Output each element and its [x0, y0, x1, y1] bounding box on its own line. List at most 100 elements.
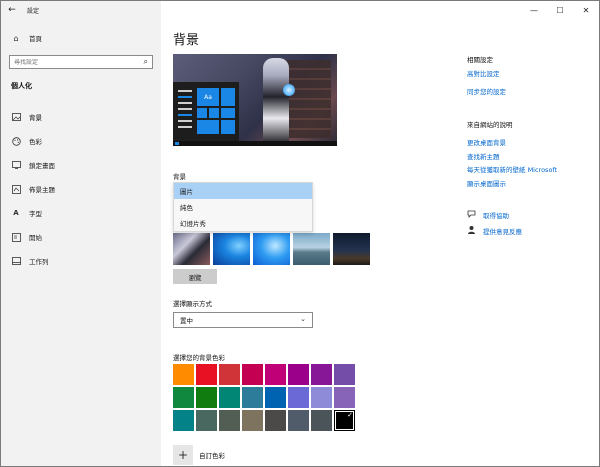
sidebar-item-colors[interactable]: 色彩 — [1, 129, 161, 153]
browse-button[interactable]: 瀏覽 — [173, 269, 217, 284]
color-swatch-grid: ✓ — [173, 364, 357, 431]
recent-picture-thumbnail[interactable] — [333, 233, 370, 265]
back-button[interactable]: ← — [1, 1, 23, 19]
sidebar-item-background[interactable]: 背景 — [1, 105, 161, 129]
color-swatch[interactable] — [173, 410, 194, 431]
background-option-slideshow[interactable]: 幻燈片秀 — [174, 215, 312, 231]
lock-screen-icon — [11, 160, 21, 170]
custom-color-control[interactable]: + 自訂色彩 — [173, 445, 225, 465]
recent-picture-thumbnail[interactable] — [213, 233, 250, 265]
sync-settings-link[interactable]: 同步您的設定 — [467, 86, 506, 96]
high-contrast-link[interactable]: 高對比設定 — [467, 68, 500, 78]
color-swatch[interactable] — [196, 387, 217, 408]
theme-icon — [11, 184, 21, 194]
preview-tile — [221, 120, 235, 134]
title-bar: ← 設定 — [1, 1, 161, 19]
preview-tile — [197, 120, 219, 134]
search-icon[interactable]: ⌕ — [144, 57, 148, 67]
preview-start-menu: Aa — [173, 82, 239, 146]
background-type-dropdown[interactable]: 圖片 純色 幻燈片秀 — [173, 182, 313, 232]
preview-tile — [221, 108, 235, 118]
image-icon — [11, 112, 21, 122]
color-swatch[interactable] — [219, 387, 240, 408]
background-color-label: 選擇您的背景色彩 — [173, 354, 225, 362]
preview-tile-aa: Aa — [197, 88, 219, 106]
color-swatch[interactable] — [196, 410, 217, 431]
recent-picture-thumbnail[interactable] — [173, 233, 210, 265]
color-swatch[interactable] — [242, 387, 263, 408]
sidebar-item-lock-screen[interactable]: 鎖定畫面 — [1, 153, 161, 177]
wallpaper-bookshelf — [285, 60, 331, 138]
help-link-change-background[interactable]: 更改桌面背景 — [467, 137, 506, 147]
app-title: 設定 — [27, 7, 40, 15]
search-input[interactable] — [14, 58, 132, 66]
color-swatch[interactable] — [311, 364, 332, 385]
sidebar-item-label: 色彩 — [29, 138, 42, 146]
custom-color-label: 自訂色彩 — [199, 452, 225, 460]
color-swatch[interactable] — [265, 364, 286, 385]
color-swatch[interactable] — [334, 387, 355, 408]
background-preview: Aa — [173, 54, 337, 146]
section-label: 個人化 — [11, 82, 32, 90]
sidebar-item-label: 背景 — [29, 114, 42, 122]
color-swatch[interactable] — [288, 387, 309, 408]
color-swatch[interactable] — [219, 410, 240, 431]
feedback-link[interactable]: 提供意見反應 — [467, 225, 522, 236]
preview-tile — [221, 88, 235, 106]
taskbar-icon — [11, 256, 21, 266]
color-swatch[interactable] — [265, 387, 286, 408]
page-title: 背景 — [173, 33, 200, 48]
background-option-picture[interactable]: 圖片 — [174, 183, 312, 199]
recent-picture-thumbnail[interactable] — [293, 233, 330, 265]
color-swatch[interactable] — [334, 364, 355, 385]
sidebar-item-fonts[interactable]: A 字型 — [1, 201, 161, 225]
color-swatch[interactable] — [311, 410, 332, 431]
preview-tile — [197, 108, 207, 118]
sidebar-nav: 背景 色彩 鎖定畫面 佈景主題 A 字型 開始 工作列 — [1, 105, 161, 273]
color-swatch[interactable] — [288, 364, 309, 385]
color-swatch[interactable] — [311, 387, 332, 408]
sidebar-item-start[interactable]: 開始 — [1, 225, 161, 249]
color-swatch[interactable] — [242, 364, 263, 385]
checkmark-icon: ✓ — [347, 411, 353, 419]
fit-label: 選擇顯示方式 — [173, 300, 212, 308]
color-swatch[interactable] — [265, 410, 286, 431]
font-icon: A — [13, 209, 19, 217]
color-swatch[interactable] — [196, 364, 217, 385]
help-link-desktop-icons[interactable]: 顯示桌面圖示 — [467, 178, 506, 188]
plus-icon[interactable]: + — [173, 445, 193, 465]
sidebar-item-themes[interactable]: 佈景主題 — [1, 177, 161, 201]
web-help-heading: 來自網站的說明 — [467, 121, 513, 129]
get-help-label: 取得協助 — [483, 212, 509, 220]
feedback-person-icon — [467, 225, 477, 236]
background-type-label: 背景 — [173, 173, 186, 181]
wallpaper-figure — [263, 58, 289, 144]
help-link-find-themes[interactable]: 查找新主題 — [467, 151, 500, 161]
home-nav-item[interactable]: ⌂ 首頁 — [1, 29, 161, 47]
chevron-down-icon: ⌄ — [300, 315, 306, 323]
home-label: 首頁 — [29, 35, 42, 43]
sidebar-item-label: 字型 — [29, 210, 42, 218]
sidebar-item-label: 佈景主題 — [29, 186, 55, 194]
background-option-solid-color[interactable]: 純色 — [174, 199, 312, 215]
preview-tile — [209, 108, 219, 118]
sidebar-item-label: 鎖定畫面 — [29, 162, 55, 170]
fit-select[interactable]: 置中 ⌄ — [173, 312, 313, 328]
color-swatch[interactable] — [242, 410, 263, 431]
main-content: 背景 Aa 背景 圖片 純色 幻燈片秀 瀏覽 選擇顯示方式 置中 ⌄ 選擇您的背… — [161, 1, 599, 466]
search-box[interactable]: ⌕ — [9, 55, 153, 69]
chat-help-icon — [467, 210, 477, 220]
color-swatch[interactable] — [173, 364, 194, 385]
color-swatch[interactable] — [173, 387, 194, 408]
feedback-label: 提供意見反應 — [483, 227, 522, 236]
settings-window: ← 設定 ⌂ 首頁 ⌕ 個人化 背景 色彩 — [0, 0, 600, 467]
recent-picture-thumbnail[interactable] — [253, 233, 290, 265]
color-swatch[interactable]: ✓ — [334, 410, 355, 431]
get-help-link[interactable]: 取得協助 — [467, 210, 509, 220]
color-swatch[interactable] — [288, 410, 309, 431]
home-icon: ⌂ — [13, 33, 19, 43]
help-link-daily-wallpaper[interactable]: 每天從獲取新的壁紙 Microsoft — [467, 164, 557, 174]
sidebar-item-taskbar[interactable]: 工作列 — [1, 249, 161, 273]
color-swatch[interactable] — [219, 364, 240, 385]
back-arrow-icon: ← — [8, 5, 16, 15]
